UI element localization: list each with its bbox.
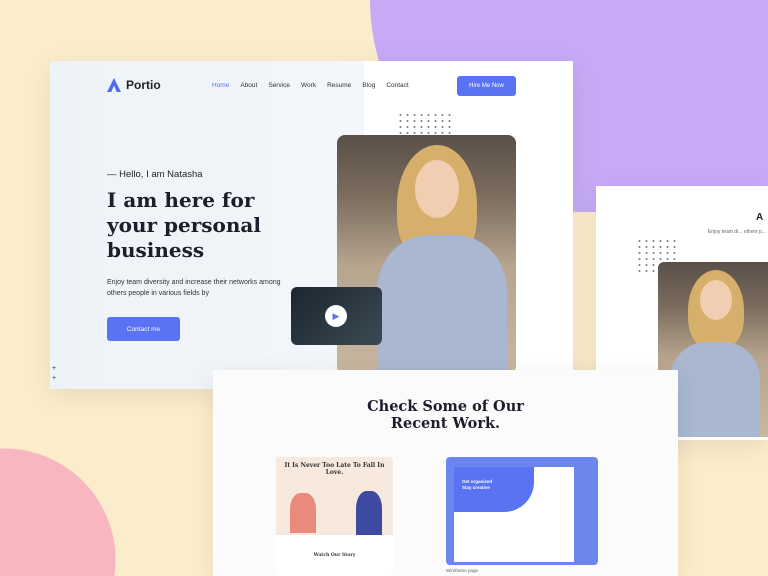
hero-card: Portio Home About Service Work Resume Bl… <box>50 61 573 389</box>
greeting: — Hello, I am Natasha <box>107 169 203 180</box>
section-title: Check Some of Our Recent Work. <box>367 398 524 432</box>
project-caption: Wireframe page <box>446 568 479 573</box>
nav-home[interactable]: Home <box>212 82 229 89</box>
nav-service[interactable]: Service <box>268 82 290 89</box>
contact-button[interactable]: Contact me <box>107 317 180 341</box>
hire-me-button[interactable]: Hire Me Now <box>457 76 516 96</box>
nav-blog[interactable]: Blog <box>362 82 375 89</box>
recent-work-card: Check Some of Our Recent Work. It Is Nev… <box>213 370 678 576</box>
nav-contact[interactable]: Contact <box>386 82 408 89</box>
project-subtitle: Watch Our Story <box>313 553 356 558</box>
side-title: A <box>756 212 764 223</box>
plus-icon: + <box>52 375 57 382</box>
project-thumbnail[interactable]: It Is Never Too Late To Fall In Love. Wa… <box>276 457 393 576</box>
project-title: It Is Never Too Late To Fall In Love. <box>284 462 385 476</box>
nav-work[interactable]: Work <box>301 82 316 89</box>
decorative-pink-circle <box>0 446 116 576</box>
video-thumbnail[interactable]: ▶ <box>291 287 382 345</box>
hero-headline: I am here for your personal business <box>107 188 261 262</box>
nav-resume[interactable]: Resume <box>327 82 351 89</box>
plus-icon: + <box>52 365 57 372</box>
main-nav: Home About Service Work Resume Blog Cont… <box>212 82 409 89</box>
project-thumbnail[interactable]: Get organized Stay creative <box>446 457 598 565</box>
play-icon[interactable]: ▶ <box>325 305 347 327</box>
logo-icon <box>107 78 121 92</box>
nav-about[interactable]: About <box>240 82 257 89</box>
hero-description: Enjoy team diversity and increase their … <box>107 279 281 297</box>
project-title: Get organized Stay creative <box>462 479 493 490</box>
dot-grid <box>397 112 455 134</box>
logo-text: Portio <box>126 78 161 92</box>
logo[interactable]: Portio <box>107 78 161 92</box>
side-text: Enjoy team di... others p... <box>707 229 766 235</box>
